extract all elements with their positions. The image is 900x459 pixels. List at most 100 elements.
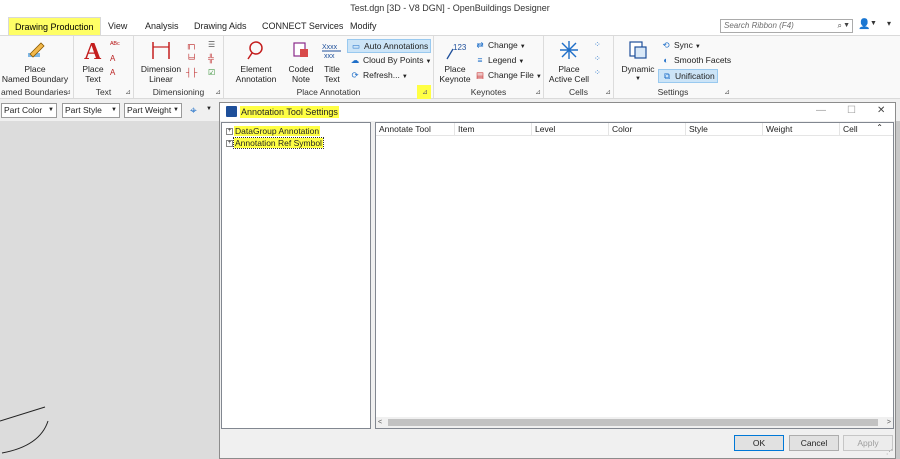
chevron-down-icon: ▼	[48, 107, 54, 113]
tab-drawing-production[interactable]: Drawing Production	[8, 17, 101, 35]
search-icon[interactable]: ⌕	[838, 20, 842, 32]
auto-annotations-button[interactable]: ▭ Auto Annotations	[347, 39, 432, 53]
unification-button[interactable]: ⧉ Unification	[658, 69, 718, 83]
annotation-grid[interactable]: Annotate Tool Item Level Color Style Wei…	[375, 122, 894, 429]
view-geometry	[0, 406, 49, 454]
dimension-settings-icon[interactable]: ☰	[208, 40, 215, 49]
tree-node-annotation-ref-symbol[interactable]: + Annotation Ref Symbol	[226, 137, 324, 149]
search-ribbon-input[interactable]: Search Ribbon (F4) ⌕ ▼	[720, 19, 853, 33]
annotation-tool-settings-dialog: Annotation Tool Settings — ☐ ✕ + DataGrou…	[219, 102, 896, 459]
cell-selector-icon[interactable]: ⁘	[594, 54, 601, 63]
column-header-annotate-tool[interactable]: Annotate Tool	[376, 123, 454, 136]
tab-modify[interactable]: Modify	[344, 17, 383, 35]
close-icon[interactable]: ✕	[877, 105, 885, 116]
tree-node-label[interactable]: Annotation Ref Symbol	[233, 137, 324, 149]
svg-text:Xxxx: Xxxx	[322, 44, 338, 51]
expand-icon[interactable]: +	[226, 140, 233, 148]
place-active-cell-button[interactable]: Place Active Cell	[546, 38, 592, 84]
part-color-dropdown[interactable]: Part Color ▼	[1, 103, 57, 118]
refresh-button[interactable]: ⟳ Refresh... ▼	[347, 69, 410, 83]
drawing-view[interactable]	[0, 121, 220, 459]
dimension-check-icon[interactable]: ☑	[208, 68, 215, 77]
ribbon: Place Named Boundary amed Boundaries ⊿ A…	[0, 35, 900, 99]
sync-button[interactable]: ⟲ Sync ▼	[658, 39, 703, 53]
maximize-icon[interactable]: ☐	[847, 105, 856, 116]
dialog-launcher-icon[interactable]: ⊿	[605, 87, 611, 98]
change-button[interactable]: ⇄ Change ▼	[472, 39, 528, 53]
text-label: Text	[324, 74, 340, 84]
dialog-launcher-icon[interactable]: ⊿	[724, 87, 730, 98]
sync-icon: ⟲	[662, 40, 670, 50]
tree-node-datagroup-annotation[interactable]: + DataGroup Annotation	[226, 126, 321, 137]
dimension-element-icon[interactable]: ╘╛	[186, 54, 197, 63]
dialog-launcher-icon[interactable]: ⊿	[65, 87, 71, 98]
title-text-button[interactable]: Xxxx xxx Title Text	[318, 38, 346, 84]
coded-note-button[interactable]: Coded Note	[284, 38, 318, 84]
dialog-launcher-icon[interactable]: ⊿	[215, 87, 221, 98]
column-header-item[interactable]: Item	[454, 123, 531, 136]
dimension-linear-button[interactable]: Dimension Linear	[138, 38, 184, 84]
dimension-ordinate-icon[interactable]: ┤├	[186, 68, 197, 77]
scroll-left-icon[interactable]: <	[378, 417, 382, 428]
column-header-cell[interactable]: Cell	[839, 123, 893, 136]
dynamic-button[interactable]: Dynamic ▼	[620, 38, 656, 84]
legend-button[interactable]: ≡ Legend ▼	[472, 54, 526, 68]
text-edit-icon[interactable]: A	[110, 68, 115, 77]
place-named-boundary-button[interactable]: Place Named Boundary	[0, 38, 70, 84]
search-placeholder: Search Ribbon (F4)	[724, 21, 794, 30]
unification-label: Unification	[675, 71, 715, 81]
app-icon	[226, 106, 237, 117]
chevron-down-icon: ▼	[111, 107, 117, 113]
sort-up-icon: ⌃	[876, 123, 883, 132]
cloud-by-points-button[interactable]: ☁ Cloud By Points ▼	[347, 54, 433, 68]
tab-view[interactable]: View	[102, 17, 133, 35]
chevron-down-icon: ▼	[635, 76, 641, 82]
minimize-icon[interactable]: —	[816, 105, 826, 116]
dimension-update-icon[interactable]: ╬	[208, 54, 214, 63]
tab-connect-services[interactable]: CONNECT Services	[256, 17, 349, 35]
resize-grip-icon[interactable]: ⋰	[886, 448, 893, 456]
expand-icon[interactable]: +	[226, 128, 233, 136]
spell-check-icon[interactable]: ᴬᴮᶜ	[110, 40, 120, 49]
element-selection-icon[interactable]: ⌖	[190, 103, 197, 118]
part-style-dropdown[interactable]: Part Style ▼	[62, 103, 120, 118]
chevron-down-icon[interactable]: ▼	[870, 20, 877, 27]
place-text-button[interactable]: A Place Text	[78, 38, 108, 84]
change-file-button[interactable]: ▤ Change File ▼	[472, 69, 544, 83]
dialog-launcher-icon[interactable]: ⊿	[535, 87, 541, 98]
place-keynote-button[interactable]: 123 Place Keynote	[438, 38, 472, 84]
tree-node-label[interactable]: DataGroup Annotation	[234, 126, 321, 136]
group-label: Cells	[569, 87, 588, 97]
chevron-down-icon[interactable]: ▼	[843, 20, 850, 32]
group-settings: Dynamic ▼ ⟲ Sync ▼ ◐ Smooth Facets ⧉ Unifica…	[614, 36, 732, 98]
group-cells: Place Active Cell ⁘ ⁘ ⁘ Cells ⊿	[544, 36, 614, 98]
help-icon[interactable]: ▾	[887, 19, 891, 28]
dimension-angle-icon[interactable]: ╓┐	[186, 40, 197, 49]
column-header-level[interactable]: Level	[531, 123, 608, 136]
part-weight-dropdown[interactable]: Part Weight ▼	[124, 103, 182, 118]
cell-replace-icon[interactable]: ⁘	[594, 68, 601, 77]
linear-label: Linear	[149, 74, 173, 84]
element-annotation-button[interactable]: Element Annotation	[230, 38, 282, 84]
scroll-right-icon[interactable]: >	[887, 417, 891, 428]
dialog-launcher-icon[interactable]: ⊿	[125, 87, 131, 98]
text-a-icon: A	[78, 38, 108, 62]
text-style-icon[interactable]: A	[110, 54, 115, 63]
column-header-weight[interactable]: Weight	[762, 123, 839, 136]
place-annotation-dialog-launcher[interactable]: ⊿	[417, 85, 431, 99]
dialog-title-bar[interactable]: Annotation Tool Settings — ☐ ✕	[220, 103, 895, 121]
scrollbar-thumb[interactable]	[388, 419, 878, 426]
ok-button[interactable]: OK	[734, 435, 784, 451]
column-header-color[interactable]: Color	[608, 123, 685, 136]
group-label: Settings	[657, 87, 689, 97]
smooth-facets-button[interactable]: ◐ Smooth Facets	[658, 54, 733, 68]
cancel-button[interactable]: Cancel	[789, 435, 839, 451]
tab-analysis[interactable]: Analysis	[139, 17, 185, 35]
user-icon[interactable]: 👤	[858, 19, 870, 30]
cell-library-icon[interactable]: ⁘	[594, 40, 601, 49]
horizontal-scrollbar[interactable]: < >	[376, 417, 893, 428]
column-header-style[interactable]: Style	[685, 123, 762, 136]
tab-drawing-aids[interactable]: Drawing Aids	[188, 17, 253, 35]
annotation-tree[interactable]: + DataGroup Annotation + Annotation Ref Sy…	[221, 122, 371, 429]
chevron-down-icon[interactable]: ▼	[206, 106, 212, 112]
